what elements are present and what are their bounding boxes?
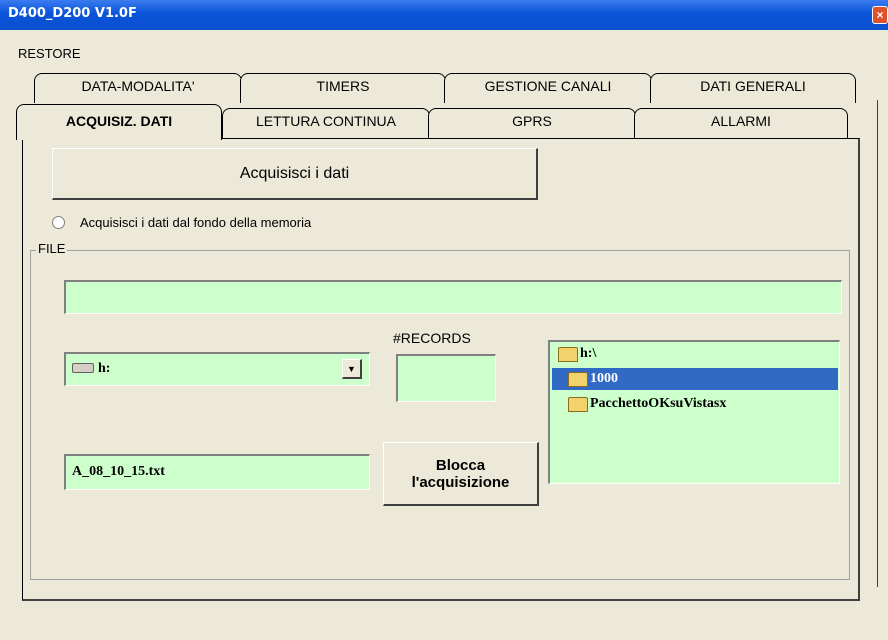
tab-label: TIMERS [316, 78, 370, 94]
tree-item-label: 1000 [590, 371, 618, 386]
folder-icon [568, 396, 588, 412]
memory-radio-label: Acquisisci i dati dal fondo della memori… [80, 215, 312, 230]
records-input[interactable] [396, 354, 496, 402]
tab-dati-generali[interactable]: DATI GENERALI [650, 73, 856, 103]
tab-data-modalita[interactable]: DATA-MODALITA' [34, 73, 242, 103]
menu-item-restore[interactable]: RESTORE [18, 46, 81, 61]
tab-label: ACQUISIZ. DATI [65, 113, 173, 129]
drive-icon [72, 363, 94, 373]
tab-label: ALLARMI [711, 113, 771, 129]
acquire-data-button[interactable]: Acquisisci i dati [52, 148, 538, 200]
tab-label: GPRS [512, 113, 552, 129]
tab-gprs[interactable]: GPRS [428, 108, 636, 138]
folder-tree[interactable]: h:\ 1000 PacchettoOKsuVistasx [548, 340, 840, 484]
tab-timers[interactable]: TIMERS [240, 73, 446, 103]
stop-button-line2: l'acquisizione [411, 473, 510, 491]
menu-bar [0, 30, 888, 64]
records-label: #RECORDS [393, 330, 471, 346]
open-folder-icon [568, 371, 588, 387]
tab-label: GESTIONE CANALI [484, 78, 612, 94]
close-button[interactable]: × [872, 6, 888, 24]
window-title: D400_D200 V1.0F [8, 6, 137, 21]
open-folder-icon [558, 346, 578, 362]
tab-gestione-canali[interactable]: GESTIONE CANALI [444, 73, 652, 103]
chevron-down-icon[interactable]: ▼ [342, 359, 362, 379]
drive-select[interactable]: h: ▼ [64, 352, 370, 386]
drive-value: h: [98, 361, 111, 376]
filename-input[interactable]: A_08_10_15.txt [64, 454, 370, 490]
tab-lettura-continua[interactable]: LETTURA CONTINUA [222, 108, 430, 138]
tree-item-root[interactable]: h:\ [558, 344, 596, 364]
stop-acquisition-button[interactable]: Blocca l'acquisizione [383, 442, 539, 506]
tree-item-1000[interactable]: 1000 [568, 369, 618, 389]
tab-acquisiz-dati[interactable]: ACQUISIZ. DATI [16, 104, 222, 140]
memory-radio[interactable] [52, 216, 65, 229]
tab-allarmi[interactable]: ALLARMI [634, 108, 848, 138]
tab-panel-edge [866, 100, 878, 587]
filename-value: A_08_10_15.txt [72, 464, 165, 479]
tree-item-pacchetto[interactable]: PacchettoOKsuVistasx [568, 394, 726, 414]
file-path-input[interactable] [64, 280, 842, 314]
tree-item-label: h:\ [580, 346, 597, 361]
file-group-label: FILE [36, 241, 68, 256]
tree-item-label: PacchettoOKsuVistasx [590, 396, 727, 411]
tab-label: DATA-MODALITA' [81, 78, 195, 94]
tab-label: DATI GENERALI [700, 78, 806, 94]
stop-button-line1: Blocca [435, 456, 486, 474]
tab-label: LETTURA CONTINUA [255, 113, 396, 129]
